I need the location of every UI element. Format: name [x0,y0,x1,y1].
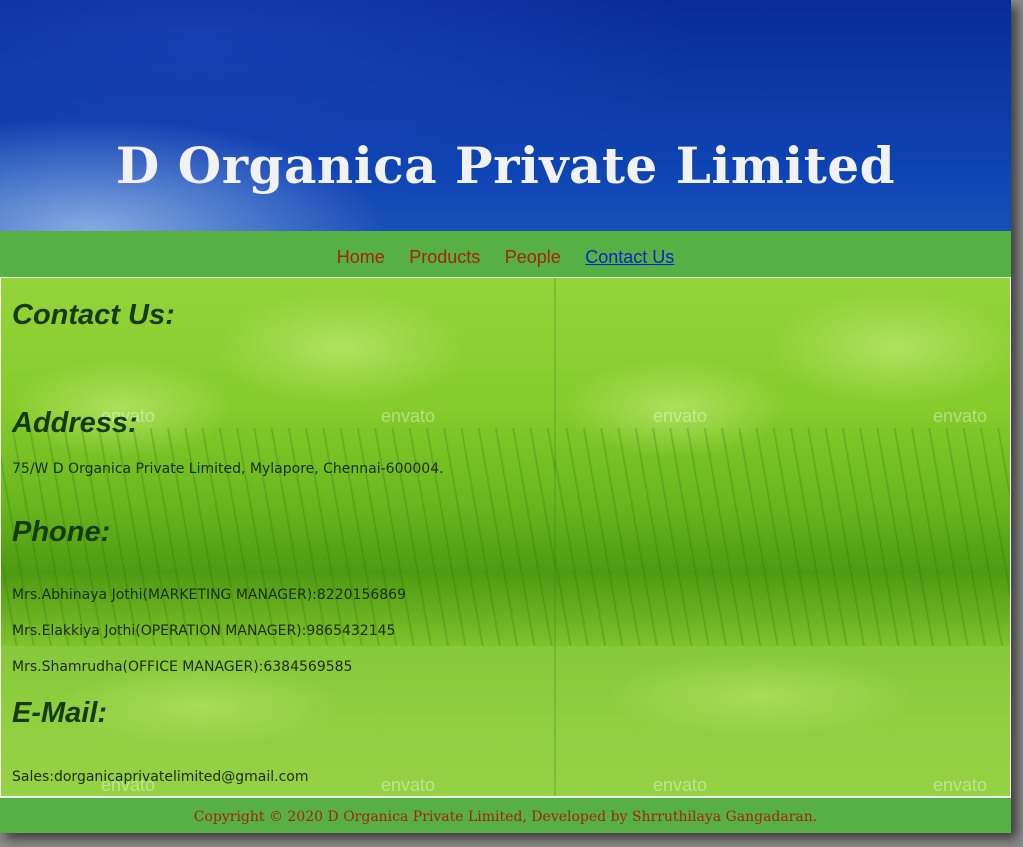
email-text: Sales:dorganicaprivatelimited@gmail.com [12,769,309,785]
nav-link-home[interactable]: Home [337,231,385,283]
address-heading: Address: [12,407,138,439]
watermark-envato: envato [381,406,436,426]
watermark-envato: envato [653,406,708,426]
email-heading: E-Mail: [12,697,108,729]
phone-line: Mrs.Abhinaya Jothi(MARKETING MANAGER):82… [12,587,406,603]
page: D Organica Private Limited Home Products… [0,0,1011,833]
phone-line: Mrs.Elakkiya Jothi(OPERATION MANAGER):98… [12,623,396,639]
watermark-envato: envato [653,775,708,795]
contact-heading: Contact Us: [12,299,175,331]
address-text: 75/W D Organica Private Limited, Mylapor… [12,461,444,477]
contact-section: envato envato envato envato envato envat… [1,278,1010,796]
nav-link-contact-us[interactable]: Contact Us [585,231,674,283]
site-title: D Organica Private Limited [115,136,896,195]
phone-heading: Phone: [12,516,111,548]
phone-line: Mrs.Shamrudha(OFFICE MANAGER):6384569585 [12,659,353,675]
copyright-text: Copyright © 2020 D Organica Private Limi… [193,809,818,825]
header-banner: D Organica Private Limited [0,0,1011,231]
watermark-envato: envato [381,775,436,795]
nav-bar: Home Products People Contact Us [0,231,1011,278]
nav-link-products[interactable]: Products [409,231,480,283]
nav-link-people[interactable]: People [505,231,561,283]
watermark-envato: envato [933,406,988,426]
watermark-envato: envato [933,775,988,795]
tile-divider [554,278,556,796]
grass-background-right [555,278,1010,646]
footer: Copyright © 2020 D Organica Private Limi… [0,797,1011,833]
